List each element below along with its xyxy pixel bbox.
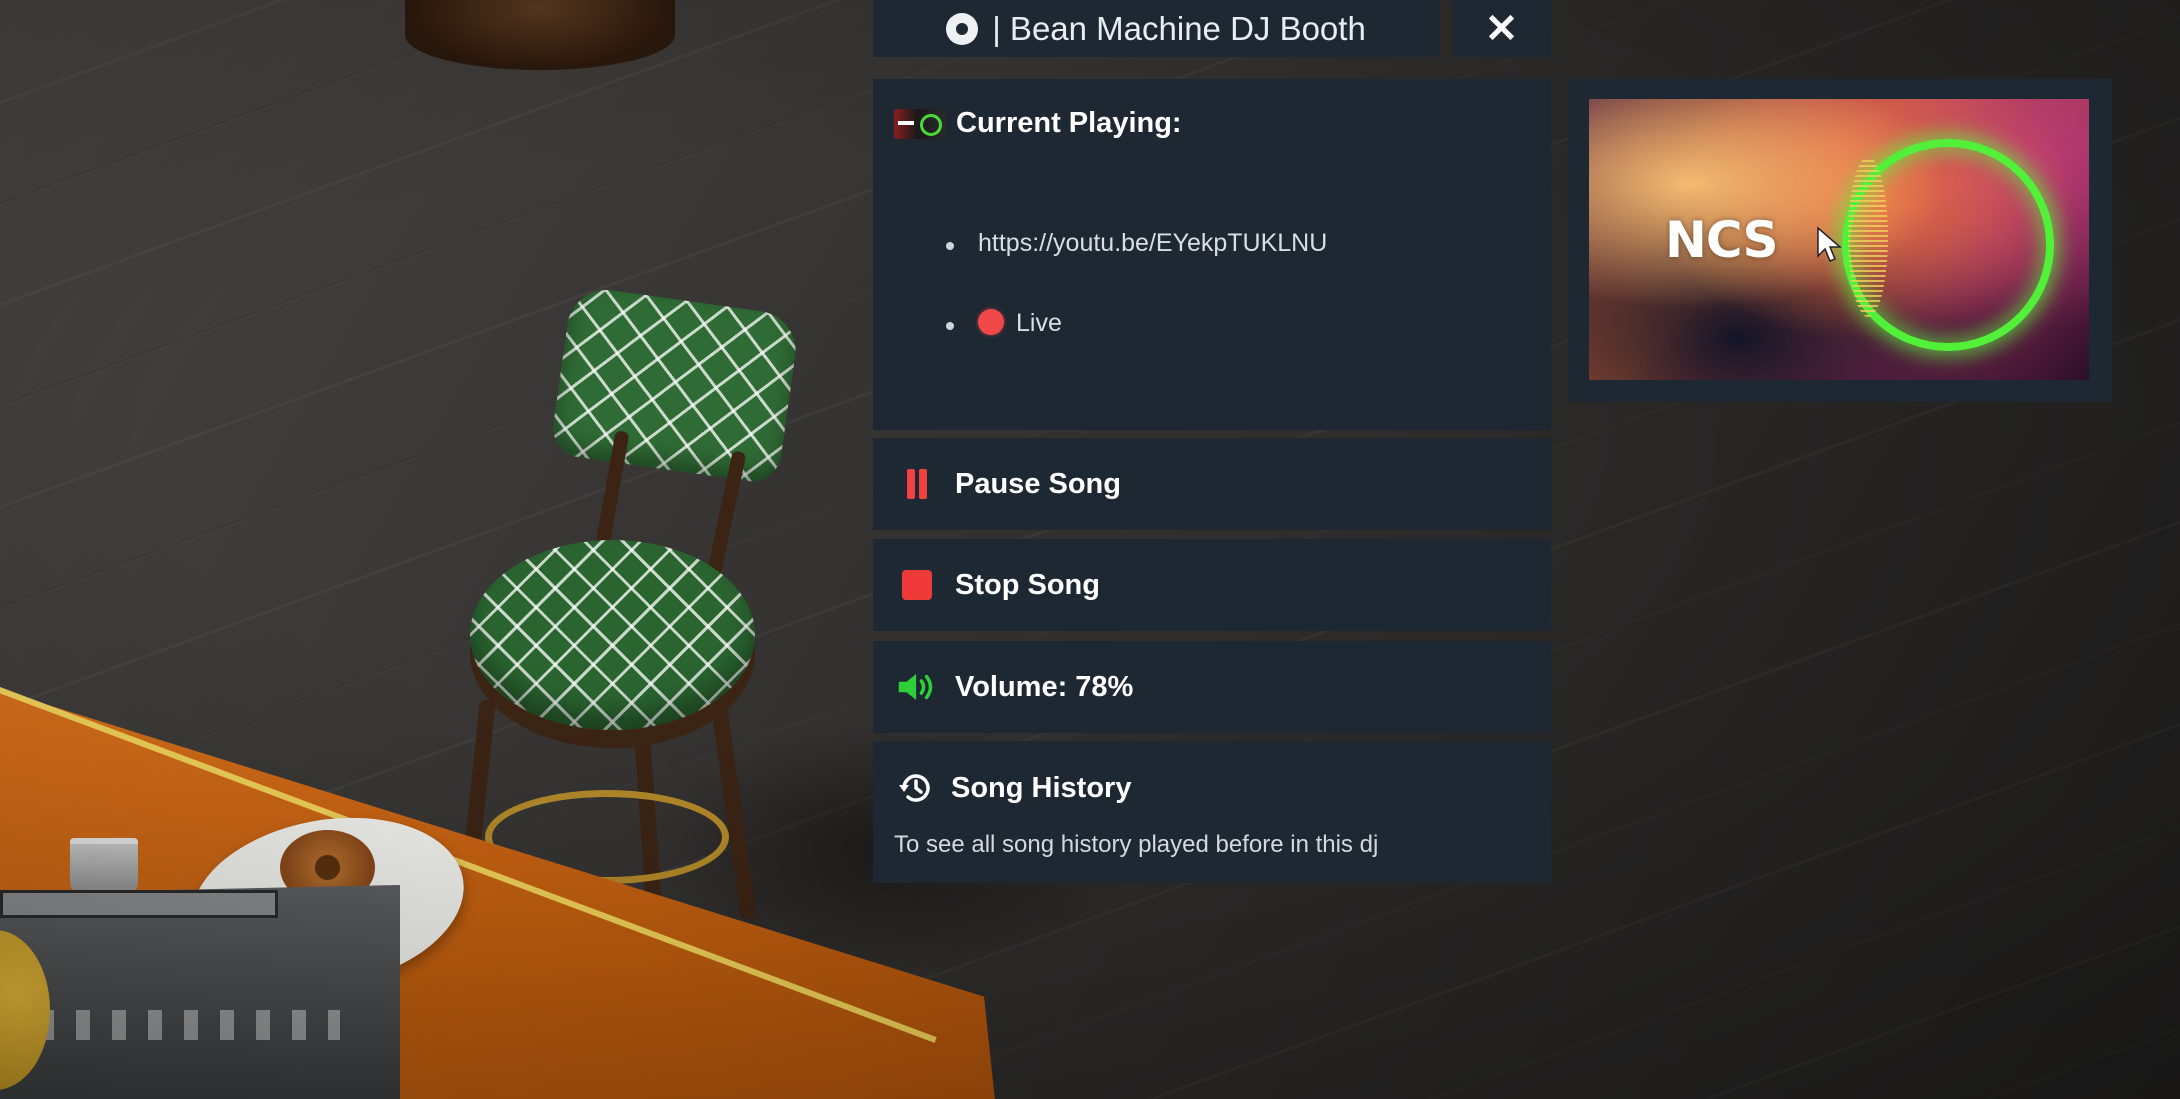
song-url[interactable]: https://youtu.be/EYekpTUKLNU xyxy=(978,229,1327,258)
window-title-bar: | Bean Machine DJ Booth xyxy=(873,0,1439,57)
current-playing-header: Current Playing: xyxy=(894,107,1182,140)
volume-button[interactable]: Volume: 78% xyxy=(873,641,1551,733)
ncs-ring-visualizer xyxy=(1842,139,2054,351)
pause-song-button[interactable]: Pause Song xyxy=(873,438,1551,530)
volume-label: Volume: 78% xyxy=(955,670,1134,703)
now-playing-icon xyxy=(894,108,946,139)
stop-icon xyxy=(902,570,932,600)
list-item: https://youtu.be/EYekpTUKLNU xyxy=(946,229,1327,309)
volume-icon xyxy=(898,673,933,701)
live-dot-icon xyxy=(978,309,1004,335)
song-history-title: Song History xyxy=(951,771,1132,804)
list-item: Live xyxy=(946,309,1327,389)
ncs-logo: NCS xyxy=(1665,211,1778,269)
song-history-card[interactable]: Song History To see all song history pla… xyxy=(873,741,1551,883)
live-status: Live xyxy=(1016,309,1062,337)
history-icon xyxy=(899,774,930,802)
song-history-header: Song History xyxy=(897,769,1131,807)
stop-label: Stop Song xyxy=(955,568,1100,601)
current-info-list: https://youtu.be/EYekpTUKLNU Live xyxy=(946,229,1327,389)
close-button[interactable]: ✕ xyxy=(1452,0,1551,57)
pause-label: Pause Song xyxy=(955,467,1121,500)
pause-icon xyxy=(905,469,929,499)
current-playing-heading: Current Playing: xyxy=(956,107,1182,139)
window-title: | Bean Machine DJ Booth xyxy=(992,9,1366,47)
stop-song-button[interactable]: Stop Song xyxy=(873,539,1551,631)
current-playing-card: Current Playing: https://youtu.be/EYekpT… xyxy=(873,79,1551,430)
disc-icon xyxy=(946,12,979,45)
close-icon: ✕ xyxy=(1484,6,1519,51)
mouse-cursor-icon xyxy=(1817,226,1842,262)
song-history-description: To see all song history played before in… xyxy=(894,831,1379,858)
